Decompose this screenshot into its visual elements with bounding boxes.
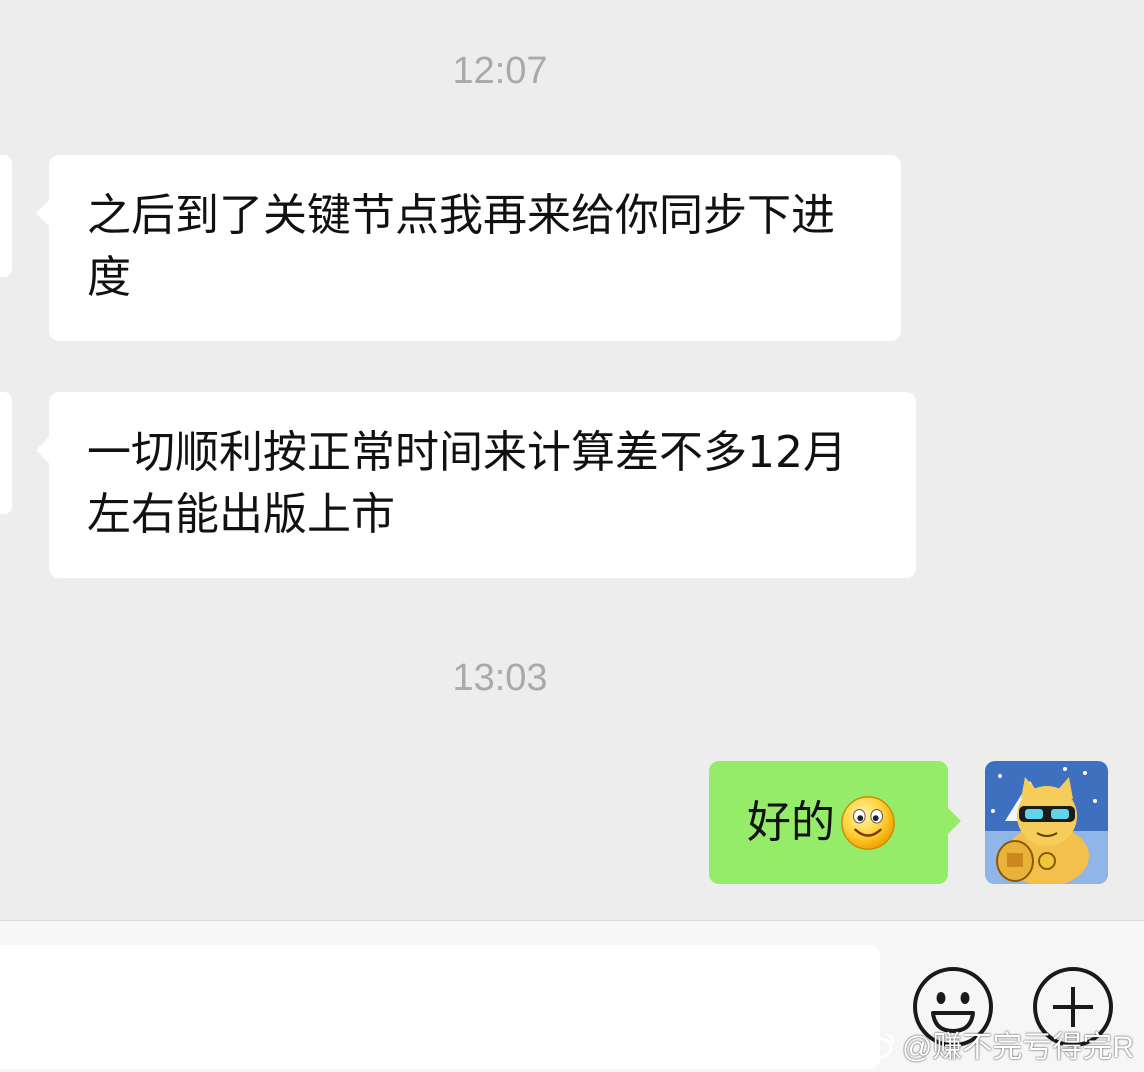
message-text: 好的 (747, 796, 835, 848)
message-input[interactable] (0, 945, 880, 1069)
input-bar: @赚不完亏得完R (0, 920, 1144, 1072)
incoming-message-bubble[interactable]: 之后到了关键节点我再来给你同步下进度 (36, 155, 901, 341)
lucky-cat-avatar-icon (985, 761, 1108, 884)
watermark: @赚不完亏得完R (858, 1022, 1134, 1066)
contact-avatar[interactable] (0, 155, 12, 277)
incoming-message-bubble[interactable]: 一切顺利按正常时间来计算差不多12月左右能出版上市 (36, 392, 916, 578)
smiley-emoji-icon (841, 795, 895, 850)
contact-avatar[interactable] (0, 392, 12, 514)
weibo-logo-icon (859, 1032, 895, 1060)
timestamp: 12:07 (452, 50, 548, 92)
my-avatar[interactable] (985, 761, 1108, 884)
chat-area[interactable]: 12:07 之后到了关键节点我再来给你同步下进度 一切顺利按正常时间来计算差不多… (0, 0, 1144, 920)
timestamp: 13:03 (452, 657, 548, 699)
watermark-text: @赚不完亏得完R (901, 1031, 1134, 1064)
outgoing-message-bubble[interactable]: 好的 (709, 761, 961, 884)
